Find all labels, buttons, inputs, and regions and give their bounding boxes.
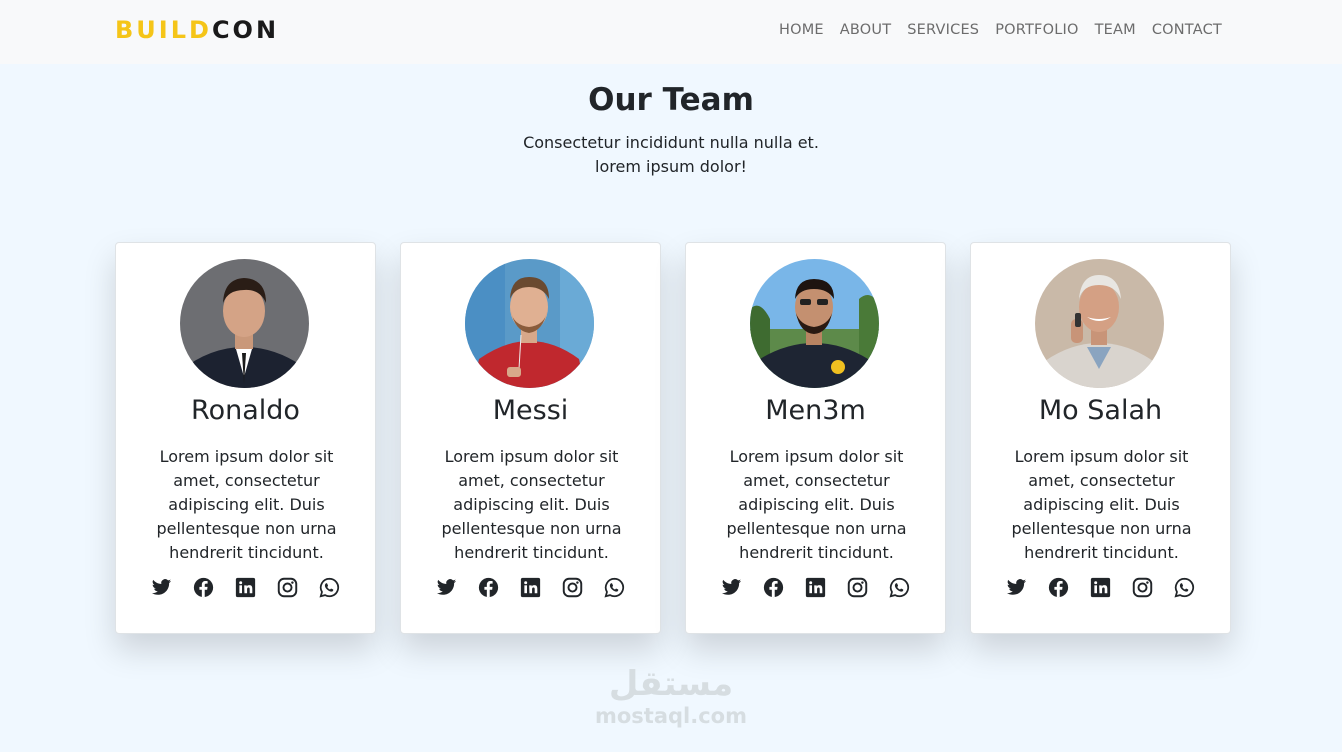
member-description: Lorem ipsum dolor sit amet, consectetur … bbox=[156, 447, 337, 562]
watermark-arabic: مستقل bbox=[608, 664, 734, 704]
linkedin-icon[interactable] bbox=[805, 577, 826, 598]
twitter-icon[interactable] bbox=[1006, 577, 1027, 598]
instagram-icon[interactable] bbox=[1132, 577, 1153, 598]
whatsapp-icon[interactable] bbox=[1174, 577, 1195, 598]
facebook-icon[interactable] bbox=[763, 577, 784, 598]
twitter-icon[interactable] bbox=[436, 577, 457, 598]
nav-portfolio-link[interactable]: PORTFOLIO bbox=[995, 22, 1078, 38]
social-links bbox=[116, 577, 375, 598]
section-subtitle: Consectetur incididunt nulla nulla et. l… bbox=[0, 131, 1342, 179]
linkedin-icon[interactable] bbox=[235, 577, 256, 598]
member-description: Lorem ipsum dolor sit amet, consectetur … bbox=[441, 447, 622, 562]
avatar-messi bbox=[465, 259, 594, 388]
nav-team-link[interactable]: TEAM bbox=[1095, 22, 1136, 38]
instagram-icon[interactable] bbox=[847, 577, 868, 598]
navbar: BUILDCON HOME ABOUT SERVICES PORTFOLIO T… bbox=[0, 0, 1342, 64]
social-links bbox=[971, 577, 1230, 598]
watermark-latin: mostaql.com bbox=[595, 704, 747, 728]
nav-about-link[interactable]: ABOUT bbox=[840, 22, 892, 38]
member-name: Mo Salah bbox=[1038, 395, 1163, 426]
team-card: Ronaldo Lorem ipsum dolor sit amet, cons… bbox=[115, 242, 376, 634]
nav-services-link[interactable]: SERVICES bbox=[907, 22, 979, 38]
watermark: مستقل mostaql.com bbox=[590, 664, 752, 728]
nav-contact-link[interactable]: CONTACT bbox=[1152, 22, 1222, 38]
team-card: Messi Lorem ipsum dolor sit amet, consec… bbox=[400, 242, 661, 634]
subtitle-line-1: Consectetur incididunt nulla nulla et. bbox=[523, 133, 819, 152]
whatsapp-icon[interactable] bbox=[889, 577, 910, 598]
member-name: Messi bbox=[492, 395, 569, 426]
avatar-mo-salah bbox=[1035, 259, 1164, 388]
whatsapp-icon[interactable] bbox=[604, 577, 625, 598]
nav-menu: HOME ABOUT SERVICES PORTFOLIO TEAM CONTA… bbox=[779, 22, 1222, 38]
linkedin-icon[interactable] bbox=[520, 577, 541, 598]
section-title: Our Team bbox=[588, 82, 754, 118]
team-card: Men3m Lorem ipsum dolor sit amet, consec… bbox=[685, 242, 946, 634]
member-name: Men3m bbox=[765, 395, 866, 426]
member-description: Lorem ipsum dolor sit amet, consectetur … bbox=[1011, 447, 1192, 562]
instagram-icon[interactable] bbox=[562, 577, 583, 598]
linkedin-icon[interactable] bbox=[1090, 577, 1111, 598]
team-cards: Ronaldo Lorem ipsum dolor sit amet, cons… bbox=[115, 242, 1231, 634]
team-card: Mo Salah Lorem ipsum dolor sit amet, con… bbox=[970, 242, 1231, 634]
member-name: Ronaldo bbox=[191, 395, 300, 426]
social-links bbox=[401, 577, 660, 598]
brand-part-con: CON bbox=[211, 16, 280, 44]
twitter-icon[interactable] bbox=[721, 577, 742, 598]
member-description: Lorem ipsum dolor sit amet, consectetur … bbox=[726, 447, 907, 562]
instagram-icon[interactable] bbox=[277, 577, 298, 598]
nav-home-link[interactable]: HOME bbox=[779, 22, 824, 38]
brand-logo[interactable]: BUILDCON bbox=[115, 16, 279, 44]
social-links bbox=[686, 577, 945, 598]
twitter-icon[interactable] bbox=[151, 577, 172, 598]
facebook-icon[interactable] bbox=[478, 577, 499, 598]
avatar-men3m bbox=[750, 259, 879, 388]
facebook-icon[interactable] bbox=[1048, 577, 1069, 598]
whatsapp-icon[interactable] bbox=[319, 577, 340, 598]
subtitle-line-2: lorem ipsum dolor! bbox=[595, 157, 747, 176]
avatar-ronaldo bbox=[180, 259, 309, 388]
facebook-icon[interactable] bbox=[193, 577, 214, 598]
brand-part-build: BUILD bbox=[115, 16, 212, 44]
